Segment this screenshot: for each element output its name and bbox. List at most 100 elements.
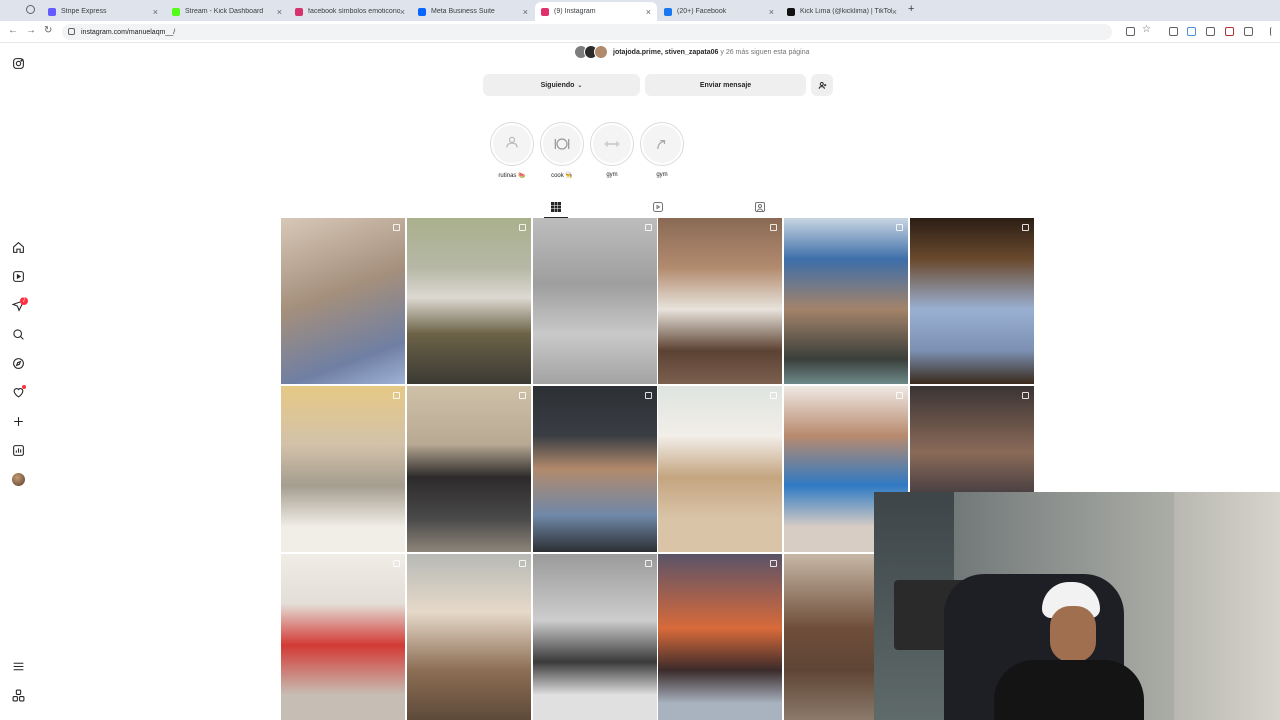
post-thumbnail[interactable] [658,554,783,720]
address-bar[interactable]: instagram.com/manuelaqm__/ [62,24,1112,40]
carousel-icon [393,224,400,231]
post-thumbnail[interactable] [406,386,531,552]
webcam-overlay [874,492,1280,720]
post-thumbnail[interactable] [532,218,657,384]
story-highlight[interactable]: cook 👨‍🍳 [540,122,584,179]
following-button-label: Siguiendo [540,81,575,89]
carousel-icon [1021,224,1029,231]
reels-icon[interactable] [12,270,25,283]
story-highlight[interactable]: gym [640,122,684,178]
close-tab-icon[interactable]: × [277,7,282,17]
browser-toolbar: ← → ↻ instagram.com/manuelaqm__/ ☆ [0,21,1280,43]
translate-extension-icon[interactable] [1187,27,1196,36]
post-thumbnail[interactable] [532,386,657,552]
following-button[interactable]: Siguiendo ⌄ [483,74,640,96]
add-person-icon [818,81,826,89]
carousel-icon [770,224,778,231]
tab-title: Meta Business Suite [431,8,495,15]
carousel-icon [644,560,652,567]
reels-tab-icon[interactable] [652,200,664,212]
create-icon[interactable] [12,415,25,428]
new-tab-button[interactable]: + [908,3,914,15]
close-tab-icon[interactable]: × [646,7,651,17]
tab-search-icon[interactable] [26,5,35,14]
profile-menu-icon[interactable] [1270,27,1279,36]
tab-groups-icon[interactable] [1206,27,1215,36]
tab-favicon-icon [172,7,180,16]
carousel-icon [518,560,526,567]
post-thumbnail[interactable] [784,218,909,384]
browser-tab[interactable]: (9) Instagram × [535,2,657,21]
close-tab-icon[interactable]: × [769,7,774,17]
highlight-cover [643,125,681,163]
search-icon[interactable] [12,328,25,341]
more-menu-icon[interactable] [12,660,25,673]
back-icon[interactable]: ← [8,25,18,36]
profile-avatar[interactable] [12,473,25,486]
post-thumbnail[interactable] [406,218,531,384]
forward-icon[interactable]: → [26,25,36,36]
highlight-icon [604,141,620,147]
send-message-button[interactable]: Enviar mensaje [645,74,806,96]
close-tab-icon[interactable]: × [892,7,897,17]
story-highlight[interactable]: rutinas 🍉 [490,122,534,179]
post-thumbnail[interactable] [281,218,405,384]
close-tab-icon[interactable]: × [400,7,405,17]
chevron-down-icon: ⌄ [577,82,583,89]
post-thumbnail[interactable] [658,386,783,552]
post-thumbnail[interactable] [909,218,1034,384]
browser-tab[interactable]: facebook símbolos emoticono × [289,2,411,21]
notifications-dot [22,385,26,389]
extensions-puzzle-icon[interactable] [1244,27,1253,36]
instagram-logo-icon[interactable] [12,57,25,70]
post-thumbnail[interactable] [281,386,405,552]
close-tab-icon[interactable]: × [523,7,528,17]
highlight-label: cook 👨‍🍳 [551,173,573,179]
post-thumbnail[interactable] [406,554,531,720]
tab-favicon-icon [418,7,426,16]
tab-favicon-icon [541,7,549,16]
browser-tab[interactable]: (20+) Facebook × [658,2,780,21]
suggested-accounts-button[interactable] [811,74,833,96]
explore-icon[interactable] [12,357,25,370]
close-tab-icon[interactable]: × [153,7,158,17]
highlight-label: gym [606,172,618,178]
also-from-meta-icon[interactable] [12,689,25,702]
reel-icon [770,560,778,567]
posts-grid-icon[interactable] [544,200,568,218]
install-app-icon[interactable] [1126,27,1135,36]
profile-tabs [281,197,1034,218]
highlight-cover [493,125,531,163]
browser-tab[interactable]: Meta Business Suite × [412,2,534,21]
post-thumbnail[interactable] [281,554,405,720]
browser-tab-strip: Stripe Express × Stream - Kick Dashboard × f… [0,0,1280,21]
carousel-icon [518,224,526,231]
browser-tab[interactable]: Stream - Kick Dashboard × [166,2,288,21]
highlight-cover [543,125,581,163]
followed-by-row[interactable]: jotajoda.prime, stiven_zapata06 y 26 más… [574,44,810,60]
post-thumbnail[interactable] [658,218,783,384]
browser-tab[interactable]: Kick Lima (@kicklima) | TikTok × [781,2,903,21]
tab-favicon-icon [48,7,56,16]
webcam-face [1050,606,1096,662]
reload-icon[interactable]: ↻ [44,25,52,36]
story-highlight[interactable]: gym [590,122,634,178]
dashboard-icon[interactable] [12,444,25,457]
instagram-sidebar: 7 [0,43,38,720]
site-info-icon[interactable] [68,28,75,35]
carousel-icon [393,392,400,399]
home-icon[interactable] [12,241,25,254]
extension-icon[interactable] [1169,27,1178,36]
highlight-ring [540,122,584,166]
highlight-icon [506,136,518,148]
tagged-tab-icon[interactable] [754,200,766,212]
carousel-icon [896,392,904,399]
highlight-ring [490,122,534,166]
highlight-label: gym [656,172,668,178]
browser-tab[interactable]: Stripe Express × [42,2,164,21]
followed-by-text: jotajoda.prime, stiven_zapata06 y 26 más… [613,48,810,56]
media-extension-icon[interactable] [1225,27,1234,36]
tab-title: (20+) Facebook [677,8,727,15]
post-thumbnail[interactable] [532,554,657,720]
bookmark-star-icon[interactable]: ☆ [1142,24,1151,35]
